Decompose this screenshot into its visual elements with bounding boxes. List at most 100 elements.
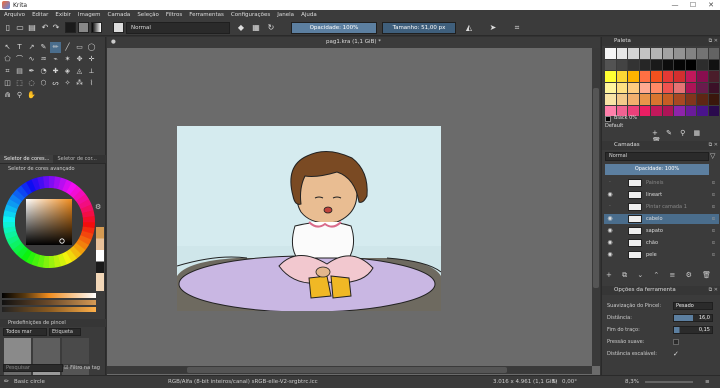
palette-swatch[interactable] xyxy=(639,105,650,116)
palette-swatch[interactable] xyxy=(605,59,616,70)
polygon-select-icon[interactable]: ⬡ xyxy=(38,78,49,89)
smooth-pressure-checkbox[interactable] xyxy=(673,339,679,345)
calligraphy-tool-icon[interactable]: ✎ xyxy=(38,42,49,53)
palette-swatch[interactable] xyxy=(639,48,650,59)
palette-swatch[interactable] xyxy=(708,82,719,93)
palette-swatch[interactable] xyxy=(651,59,662,70)
palette-swatch[interactable] xyxy=(651,94,662,105)
palette-swatch[interactable] xyxy=(651,71,662,82)
crop-icon[interactable]: ⌗ xyxy=(512,23,522,33)
stroke-end-slider[interactable]: 0,15 xyxy=(673,326,713,334)
palette-swatch[interactable] xyxy=(616,82,627,93)
palette-swatch[interactable] xyxy=(674,71,685,82)
tab-color-selector-2[interactable]: Seletor de cor... xyxy=(53,155,100,163)
polygon-tool-icon[interactable]: ⬠ xyxy=(2,54,13,65)
redo-icon[interactable]: ↷ xyxy=(51,23,61,33)
palette-swatch[interactable] xyxy=(674,105,685,116)
brush-filter-select[interactable]: Todos mar xyxy=(3,328,47,336)
palette-swatch[interactable] xyxy=(685,82,696,93)
color-wheel[interactable] xyxy=(2,175,96,269)
new-document-icon[interactable]: ▯ xyxy=(3,23,13,33)
reference-tool-icon[interactable]: ◫ xyxy=(2,78,13,89)
visibility-eye-icon[interactable]: · xyxy=(606,202,614,212)
similar-select-icon[interactable]: ⁂ xyxy=(74,78,85,89)
layer-alpha-lock-icon[interactable]: α xyxy=(712,226,715,236)
ellipse-tool-icon[interactable]: ◯ xyxy=(86,42,97,53)
menu-imagem[interactable]: Imagem xyxy=(78,12,101,18)
palette-swatch[interactable] xyxy=(685,59,696,70)
fill-tool-icon[interactable]: ◈ xyxy=(62,66,73,77)
gradient-tool-icon[interactable]: ▤ xyxy=(14,66,25,77)
brush-search-input[interactable]: Pesquisar xyxy=(3,364,63,372)
document-tab[interactable]: ● pag1.kra (1,1 GiB) * xyxy=(107,37,600,48)
palette-dock-buttons[interactable]: ⧉ ✕ xyxy=(709,37,718,46)
menu-filtros[interactable]: Filtros xyxy=(166,12,182,18)
freehand-brush-icon[interactable]: ✏ xyxy=(50,42,61,53)
palette-swatch[interactable] xyxy=(628,71,639,82)
maximize-button[interactable]: ☐ xyxy=(684,1,702,9)
layer-row[interactable]: · Paineis α xyxy=(604,178,719,188)
assistant-tool-icon[interactable]: ◬ xyxy=(74,66,85,77)
mirror-horizontal-icon[interactable]: ◭ xyxy=(464,23,474,33)
shade-bar-2[interactable] xyxy=(2,300,96,305)
brush-preset-1[interactable] xyxy=(4,338,31,364)
palette-swatch[interactable] xyxy=(616,59,627,70)
tab-color-selector[interactable]: Seletor de cores... xyxy=(0,155,54,163)
canvas-horizontal-scrollbar[interactable] xyxy=(107,366,592,374)
multibrush-icon[interactable]: ✶ xyxy=(62,54,73,65)
visibility-eye-icon[interactable]: ◉ xyxy=(606,226,614,236)
palette-swatch[interactable] xyxy=(674,94,685,105)
status-menu-icon[interactable]: ≡ xyxy=(705,376,710,388)
palette-swatch[interactable] xyxy=(639,82,650,93)
smoothing-select[interactable]: Pesado xyxy=(673,302,713,310)
palette-swatch[interactable] xyxy=(697,59,708,70)
palette-swatch[interactable] xyxy=(662,48,673,59)
size-slider[interactable]: Tamanho: 51,00 px xyxy=(382,22,456,34)
palette-swatch[interactable] xyxy=(685,71,696,82)
palette-swatch[interactable] xyxy=(628,82,639,93)
tool-options-buttons[interactable]: ⧉ ✕ xyxy=(709,286,718,295)
palette-swatch[interactable] xyxy=(708,59,719,70)
palette-swatch[interactable] xyxy=(616,94,627,105)
magnetic-select-icon[interactable]: ⋒ xyxy=(2,90,13,101)
layer-blend-mode-select[interactable]: Normal xyxy=(605,152,709,161)
move-tool-icon[interactable]: ✛ xyxy=(86,54,97,65)
zoom-slider[interactable] xyxy=(645,381,693,383)
edit-shapes-icon[interactable]: ↗ xyxy=(26,42,37,53)
layer-row[interactable]: · Pintar camada 1 α xyxy=(604,202,719,212)
palette-swatch[interactable] xyxy=(616,48,627,59)
gradient-swatch[interactable] xyxy=(91,22,102,33)
palette-swatch[interactable] xyxy=(685,105,696,116)
scalable-distance-checkbox[interactable]: ✓ xyxy=(673,349,679,359)
visibility-eye-icon[interactable]: ◉ xyxy=(606,238,614,248)
smart-patch-icon[interactable]: ✚ xyxy=(50,66,61,77)
blend-mode-select[interactable]: Normal xyxy=(126,22,230,34)
foreground-color-swatch[interactable] xyxy=(65,22,76,33)
palette-swatch[interactable] xyxy=(708,71,719,82)
menu-arquivo[interactable]: Arquivo xyxy=(4,12,25,18)
color-settings-icon[interactable]: ⚙ xyxy=(95,203,101,211)
layer-row[interactable]: ◉ cabelo α xyxy=(604,214,719,224)
palette-swatch[interactable] xyxy=(708,105,719,116)
bezier-select-icon[interactable]: ⌇ xyxy=(86,78,97,89)
horizontal-scroll-thumb[interactable] xyxy=(187,367,507,373)
menu-configuracoes[interactable]: Configurações xyxy=(231,12,270,18)
brush-preset-2[interactable] xyxy=(33,338,60,364)
rect-select-icon[interactable]: ⬚ xyxy=(14,78,25,89)
visibility-eye-icon[interactable]: ◉ xyxy=(606,250,614,260)
menu-exibir[interactable]: Exibir xyxy=(55,12,71,18)
palette-swatch[interactable] xyxy=(685,94,696,105)
palette-swatch[interactable] xyxy=(697,71,708,82)
palette-swatch[interactable] xyxy=(674,48,685,59)
layer-alpha-lock-icon[interactable]: α xyxy=(712,238,715,248)
canvas-vertical-scrollbar[interactable] xyxy=(592,48,600,366)
undo-icon[interactable]: ↶ xyxy=(40,23,50,33)
color-picker-icon[interactable]: ✒ xyxy=(26,66,37,77)
palette-swatch[interactable] xyxy=(605,48,616,59)
palette-swatch[interactable] xyxy=(628,48,639,59)
palette-swatch[interactable] xyxy=(697,82,708,93)
menu-janela[interactable]: Janela xyxy=(277,12,294,18)
distance-slider[interactable]: 16,0 xyxy=(673,314,713,322)
palette-swatch[interactable] xyxy=(605,71,616,82)
palette-swatch[interactable] xyxy=(697,94,708,105)
